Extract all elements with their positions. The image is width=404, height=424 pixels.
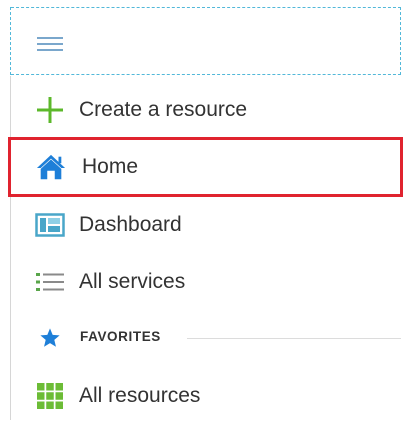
dashboard-icon — [35, 210, 65, 240]
sidebar-item-home[interactable]: Home — [8, 137, 403, 197]
hamburger-menu-icon[interactable] — [37, 34, 63, 54]
favorites-label: FAVORITES — [80, 329, 161, 344]
sidebar-header-focus-outline — [10, 7, 12, 75]
favorites-section-header: FAVORITES — [11, 320, 401, 356]
home-icon — [36, 152, 66, 182]
sidebar-item-label: Dashboard — [79, 213, 182, 236]
sidebar-item-label: All resources — [79, 384, 201, 407]
sidebar-item-dashboard[interactable]: Dashboard — [11, 197, 401, 253]
sidebar-item-label: Home — [82, 155, 139, 178]
plus-icon — [35, 95, 65, 125]
sidebar-item-label: Create a resource — [79, 98, 248, 121]
sidebar-item-create-resource[interactable]: Create a resource — [11, 82, 401, 138]
portal-sidebar: Create a resource Home Dashboard All ser… — [0, 0, 404, 420]
favorites-divider — [187, 338, 401, 339]
sidebar-item-label: All services — [79, 270, 186, 293]
sidebar-header — [11, 7, 401, 75]
sidebar-item-all-services[interactable]: All services — [11, 254, 401, 310]
grid-icon — [35, 381, 65, 411]
sidebar-item-all-resources[interactable]: All resources — [11, 368, 401, 424]
list-icon — [35, 267, 65, 297]
star-icon — [39, 327, 61, 349]
